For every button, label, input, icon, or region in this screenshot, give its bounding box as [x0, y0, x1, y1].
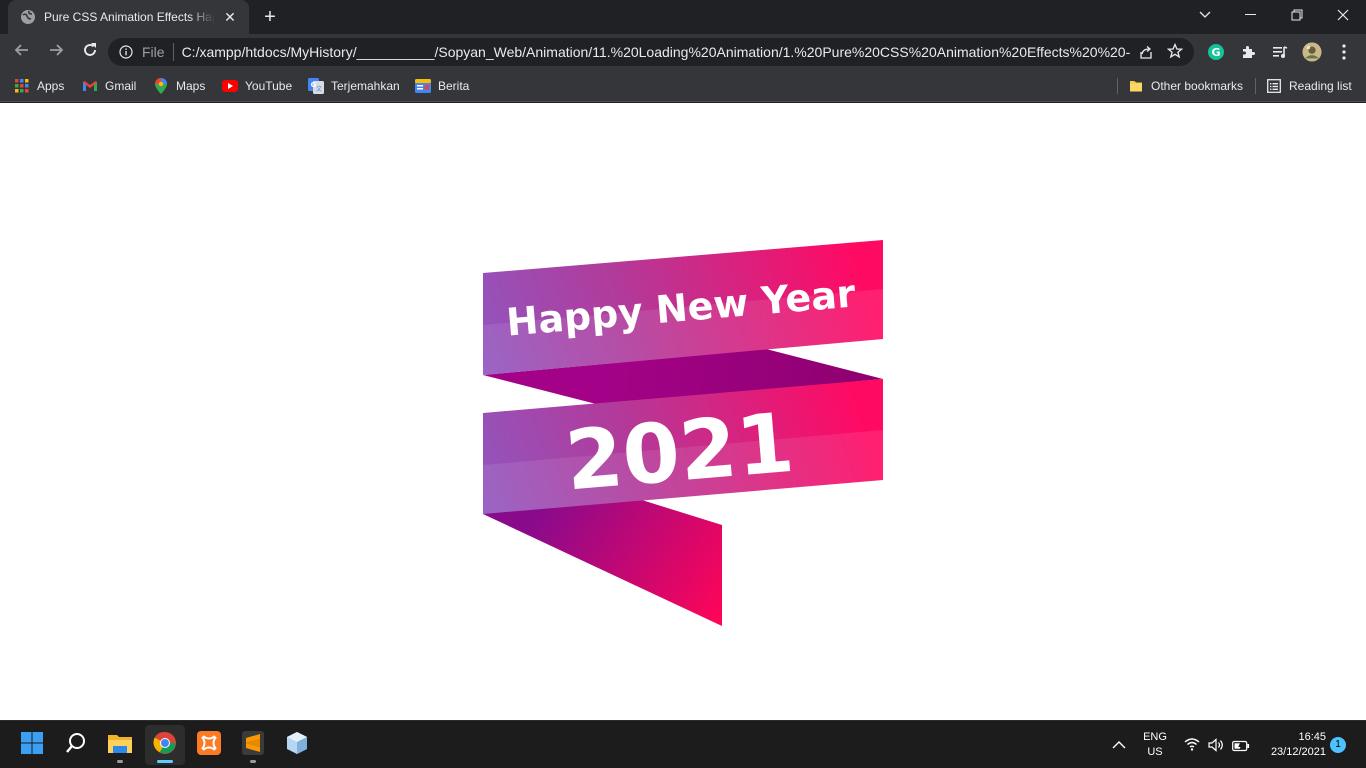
puzzle-icon[interactable] [1238, 42, 1258, 62]
tab-title: Pure CSS Animation Effects Happy New Yea… [44, 10, 215, 24]
forward-button[interactable] [40, 36, 72, 68]
new-year-ribbon: Happy New Year 2021 [483, 240, 883, 626]
bookmark-terjemahkan[interactable]: G文 Terjemahkan [308, 76, 400, 96]
bookmark-youtube[interactable]: YouTube [222, 76, 292, 96]
wifi-icon[interactable] [1184, 737, 1200, 756]
bookmark-label: Maps [176, 79, 206, 93]
browser-toolbar: File C:/xampp/htdocs/MyHistory/_________… [0, 34, 1366, 70]
media-queue-icon[interactable] [1270, 42, 1290, 62]
virtualbox-icon [285, 731, 309, 760]
folder-icon [1128, 78, 1144, 94]
apps-grid-icon [14, 78, 30, 94]
clock-time: 16:45 [1298, 731, 1326, 743]
battery-icon[interactable] [1232, 739, 1250, 757]
bookmark-maps[interactable]: Maps [153, 76, 205, 96]
running-indicator [117, 760, 123, 763]
tab-strip: Pure CSS Animation Effects Happy New Yea… [0, 0, 1366, 34]
grammarly-icon[interactable]: G [1206, 42, 1226, 62]
bookmarks-divider [1255, 78, 1256, 94]
url-text[interactable]: C:/xampp/htdocs/MyHistory/__________/Sop… [182, 44, 1130, 60]
search-icon [64, 731, 88, 760]
volume-icon[interactable] [1208, 738, 1224, 757]
windows-start-icon [20, 731, 44, 760]
bookmark-gmail[interactable]: Gmail [82, 76, 136, 96]
tray-overflow-chevron[interactable] [1112, 737, 1130, 753]
arrow-right-icon [48, 42, 64, 63]
window-controls [1182, 0, 1366, 30]
start-button[interactable] [12, 725, 52, 765]
maps-icon [153, 78, 169, 94]
restore-button[interactable] [1274, 0, 1320, 30]
language-indicator[interactable]: ENG US [1142, 730, 1168, 760]
chrome-icon [153, 731, 177, 760]
news-icon [415, 78, 431, 94]
reading-list-label: Reading list [1289, 79, 1352, 93]
arrow-left-icon [14, 42, 30, 63]
taskbar-virtualbox[interactable] [277, 725, 317, 765]
reload-button[interactable] [74, 36, 106, 68]
info-icon[interactable] [118, 44, 134, 60]
bookmark-label: Terjemahkan [331, 79, 400, 93]
active-indicator [157, 760, 173, 763]
reading-list-icon [1266, 78, 1282, 94]
minimize-button[interactable] [1228, 0, 1274, 30]
youtube-icon [222, 78, 238, 94]
page-viewport: Happy New Year 2021 [0, 103, 1366, 720]
notification-badge[interactable]: 1 [1330, 737, 1346, 753]
new-tab-button[interactable]: + [258, 6, 282, 28]
bookmark-label: Berita [438, 79, 470, 93]
svg-text:文: 文 [316, 85, 322, 93]
search-button[interactable] [56, 725, 96, 765]
back-button[interactable] [6, 36, 38, 68]
clock-date: 23/12/2021 [1270, 746, 1326, 758]
bookmark-star-icon[interactable] [1166, 42, 1184, 61]
close-window-button[interactable] [1320, 0, 1366, 30]
kebab-menu-icon[interactable] [1334, 42, 1354, 62]
tab-close-button[interactable]: ✕ [221, 8, 239, 26]
bookmark-berita[interactable]: Berita [415, 76, 469, 96]
clock[interactable]: 16:45 23/12/2021 [1262, 730, 1326, 760]
taskbar-file-explorer[interactable] [100, 725, 140, 765]
other-bookmarks-folder[interactable]: Other bookmarks [1128, 76, 1243, 96]
browser-tab[interactable]: Pure CSS Animation Effects Happy New Yea… [8, 0, 249, 34]
bookmark-label: YouTube [245, 79, 293, 93]
reading-list-button[interactable]: Reading list [1266, 76, 1352, 96]
address-bar[interactable]: File C:/xampp/htdocs/MyHistory/_________… [108, 38, 1194, 66]
bookmark-label: Apps [37, 79, 65, 93]
windows-taskbar: ENG US 16:45 23/12/2021 1 [0, 720, 1366, 768]
omnibox-divider [172, 43, 174, 61]
translate-icon: G文 [308, 78, 324, 94]
file-explorer-icon [107, 732, 133, 759]
scheme-label: File [142, 44, 165, 60]
bookmarks-divider [1117, 78, 1118, 94]
profile-avatar[interactable] [1302, 42, 1322, 62]
sublime-text-icon [242, 730, 264, 760]
language-code: ENG [1143, 731, 1167, 743]
bookmark-apps[interactable]: Apps [14, 76, 64, 96]
taskbar-xampp[interactable] [189, 725, 229, 765]
taskbar-chrome[interactable] [145, 725, 185, 765]
ribbon-line-2: 2021 [562, 396, 797, 510]
bookmark-label: Gmail [105, 79, 137, 93]
xampp-icon [197, 730, 221, 760]
svg-text:G: G [1211, 46, 1220, 59]
globe-icon [20, 9, 36, 25]
reload-icon [82, 42, 98, 63]
other-bookmarks-label: Other bookmarks [1151, 79, 1244, 93]
region-code: US [1147, 746, 1163, 758]
bookmarks-bar: Apps Gmail Maps YouTube G文 Terjemahkan B… [0, 70, 1366, 102]
tab-search-button[interactable] [1182, 0, 1228, 30]
gmail-icon [82, 78, 98, 94]
share-icon[interactable] [1138, 44, 1154, 60]
running-indicator [250, 760, 256, 763]
taskbar-sublime[interactable] [233, 725, 273, 765]
